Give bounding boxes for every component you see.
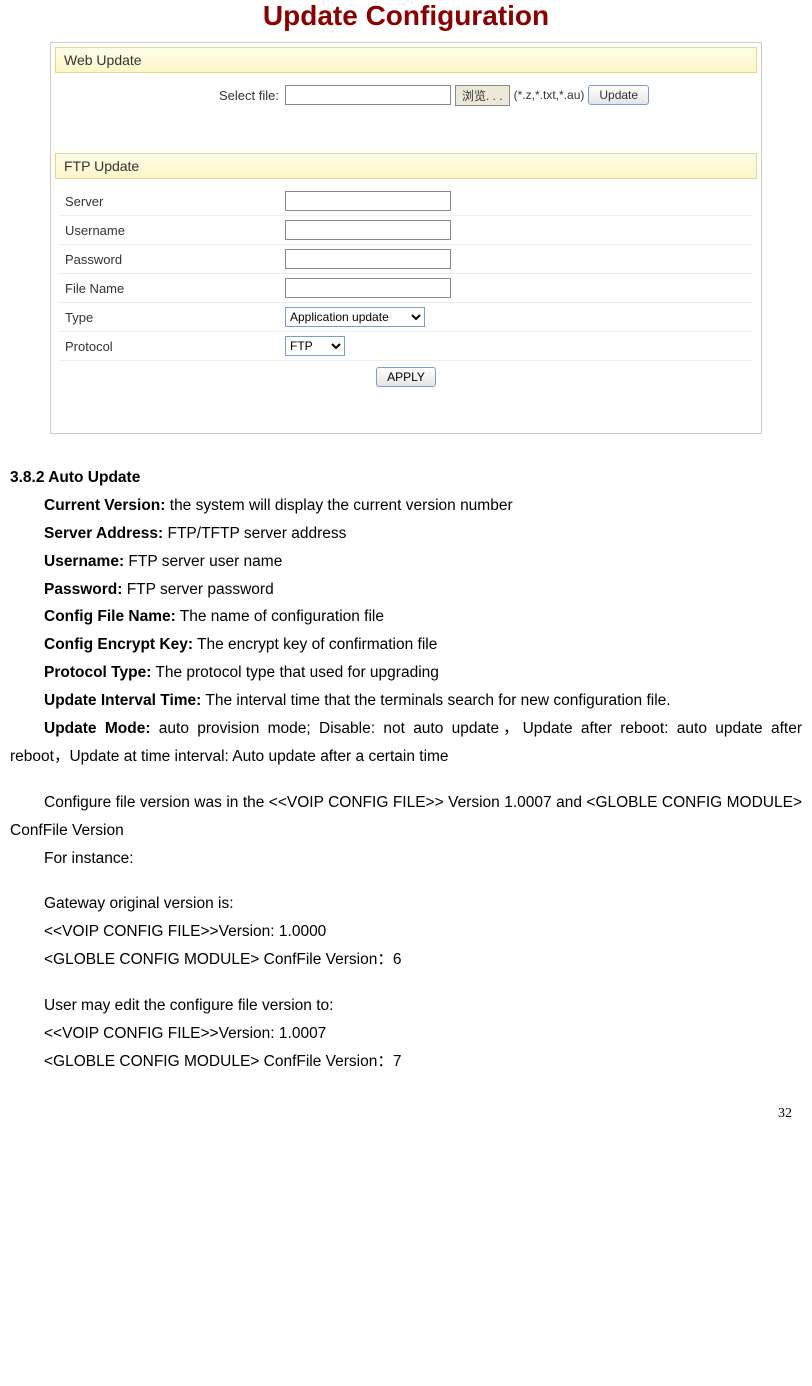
def-label: Password: <box>44 581 122 598</box>
def-text: The protocol type that used for upgradin… <box>151 664 439 681</box>
page-number: 32 <box>10 1076 802 1122</box>
type-label: Type <box>59 310 285 325</box>
page-title: Update Configuration <box>10 0 802 32</box>
para: <GLOBLE CONFIG MODULE> ConfFile Version：… <box>10 1048 802 1076</box>
def-label: Config File Name: <box>44 608 176 625</box>
def-label: Config Encrypt Key: <box>44 636 193 653</box>
protocol-select[interactable]: FTP <box>285 336 345 356</box>
def-label: Update Interval Time: <box>44 692 201 709</box>
def-label: Update Mode: <box>44 720 150 737</box>
apply-button[interactable]: APPLY <box>376 367 436 387</box>
para: For instance: <box>10 845 802 873</box>
filename-input[interactable] <box>285 278 451 298</box>
def-text: FTP/TFTP server address <box>163 525 346 542</box>
def-text: FTP server user name <box>124 553 282 570</box>
para: Gateway original version is: <box>10 890 802 918</box>
config-panel: Web Update Select file: 浏览. . . (*.z,*.t… <box>50 42 762 434</box>
para: Configure file version was in the <<VOIP… <box>10 794 802 839</box>
web-update-section: Web Update <box>55 47 757 73</box>
password-input[interactable] <box>285 249 451 269</box>
select-file-input[interactable] <box>285 85 451 105</box>
def-text: The encrypt key of confirmation file <box>193 636 437 653</box>
browse-button[interactable]: 浏览. . . <box>455 85 510 106</box>
password-label: Password <box>59 252 285 267</box>
def-text: FTP server password <box>122 581 273 598</box>
para: <<VOIP CONFIG FILE>>Version: 1.0007 <box>10 1020 802 1048</box>
server-input[interactable] <box>285 191 451 211</box>
select-file-label: Select file: <box>59 88 285 103</box>
def-label: Server Address: <box>44 525 163 542</box>
update-button[interactable]: Update <box>588 85 649 105</box>
def-label: Username: <box>44 553 124 570</box>
filename-label: File Name <box>59 281 285 296</box>
def-text: The name of configuration file <box>176 608 384 625</box>
def-text: the system will display the current vers… <box>165 497 512 514</box>
protocol-label: Protocol <box>59 339 285 354</box>
para: <<VOIP CONFIG FILE>>Version: 1.0000 <box>10 918 802 946</box>
server-label: Server <box>59 194 285 209</box>
para: User may edit the configure file version… <box>10 992 802 1020</box>
type-select[interactable]: Application update <box>285 307 425 327</box>
def-label: Current Version: <box>44 497 165 514</box>
section-heading: 3.8.2 Auto Update <box>10 464 802 492</box>
def-text: The interval time that the terminals sea… <box>201 692 670 709</box>
def-label: Protocol Type: <box>44 664 151 681</box>
para: <GLOBLE CONFIG MODULE> ConfFile Version：… <box>10 946 802 974</box>
ftp-update-section: FTP Update <box>55 153 757 179</box>
username-input[interactable] <box>285 220 451 240</box>
username-label: Username <box>59 223 285 238</box>
file-hint: (*.z,*.txt,*.au) <box>514 88 585 102</box>
